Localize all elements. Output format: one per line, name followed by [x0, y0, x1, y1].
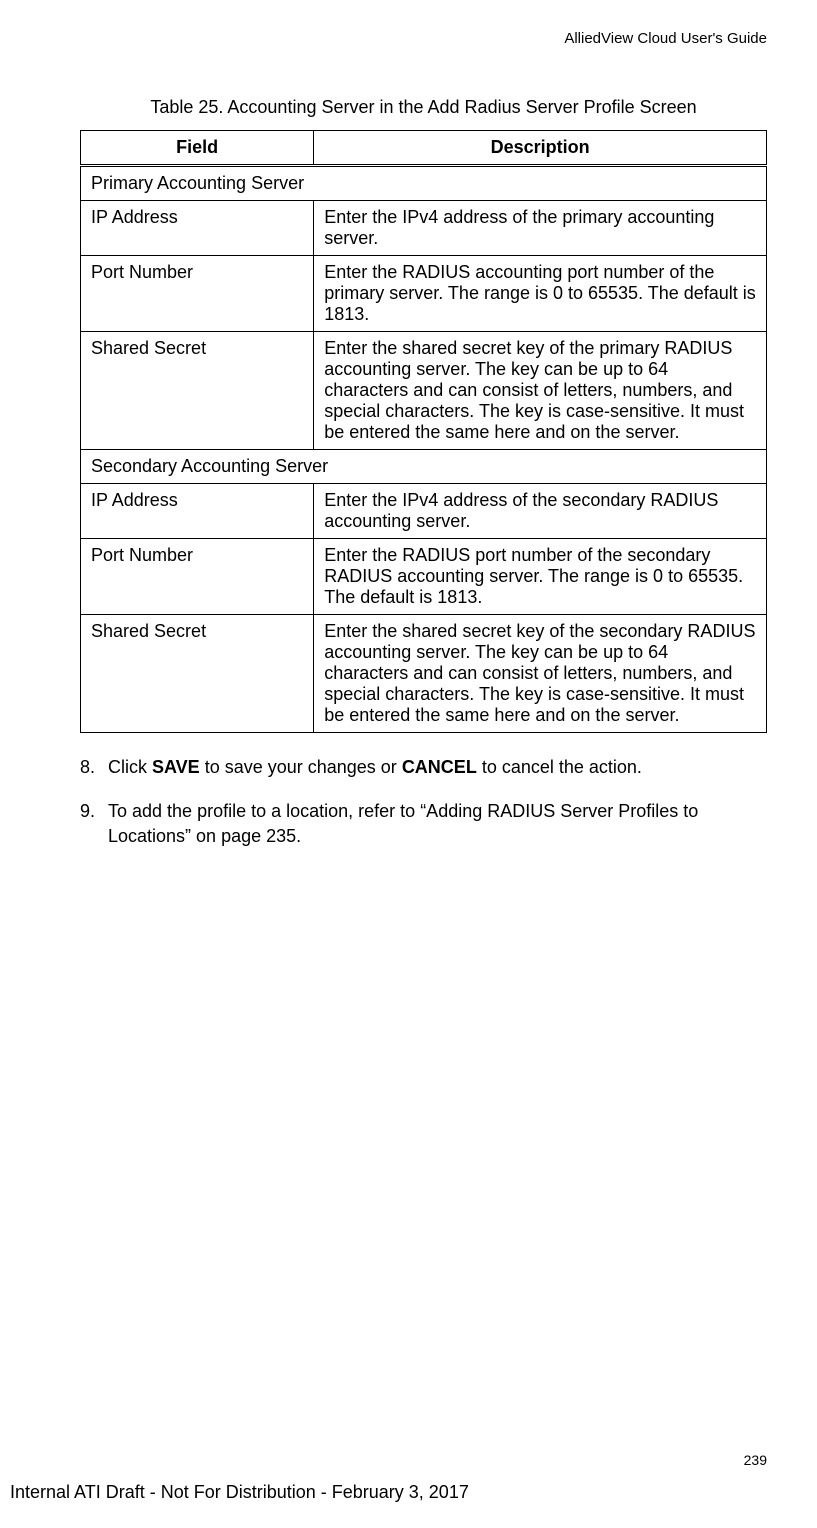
table-header-description: Description: [314, 131, 767, 166]
table-section-label: Secondary Accounting Server: [81, 450, 767, 484]
table-row: Shared Secret Enter the shared secret ke…: [81, 615, 767, 733]
save-label: SAVE: [152, 757, 200, 777]
step-9: 9. To add the profile to a location, ref…: [80, 799, 767, 848]
step-text-part: to cancel the action.: [477, 757, 642, 777]
table-row: Shared Secret Enter the shared secret ke…: [81, 332, 767, 450]
table-cell-field: Shared Secret: [81, 615, 314, 733]
table-cell-description: Enter the RADIUS accounting port number …: [314, 256, 767, 332]
table-cell-description: Enter the shared secret key of the secon…: [314, 615, 767, 733]
table-cell-description: Enter the IPv4 address of the secondary …: [314, 484, 767, 539]
table-section-row: Secondary Accounting Server: [81, 450, 767, 484]
table-section-label: Primary Accounting Server: [81, 166, 767, 201]
draft-notice: Internal ATI Draft - Not For Distributio…: [10, 1482, 469, 1503]
table-cell-field: IP Address: [81, 484, 314, 539]
table-row: IP Address Enter the IPv4 address of the…: [81, 201, 767, 256]
table-cell-field: Port Number: [81, 539, 314, 615]
step-text: Click SAVE to save your changes or CANCE…: [108, 755, 767, 779]
step-8: 8. Click SAVE to save your changes or CA…: [80, 755, 767, 779]
table-header-field: Field: [81, 131, 314, 166]
step-text-part: to save your changes or: [200, 757, 402, 777]
step-number: 9.: [80, 799, 108, 848]
accounting-server-table: Field Description Primary Accounting Ser…: [80, 130, 767, 733]
table-section-row: Primary Accounting Server: [81, 166, 767, 201]
step-text-part: Click: [108, 757, 152, 777]
step-number: 8.: [80, 755, 108, 779]
cancel-label: CANCEL: [402, 757, 477, 777]
page-number: 239: [744, 1452, 767, 1468]
table-caption: Table 25. Accounting Server in the Add R…: [80, 97, 767, 118]
table-row: Port Number Enter the RADIUS accounting …: [81, 256, 767, 332]
table-cell-field: Shared Secret: [81, 332, 314, 450]
table-row: Port Number Enter the RADIUS port number…: [81, 539, 767, 615]
step-text: To add the profile to a location, refer …: [108, 799, 767, 848]
table-cell-field: IP Address: [81, 201, 314, 256]
guide-title: AlliedView Cloud User's Guide: [80, 30, 767, 47]
table-row: IP Address Enter the IPv4 address of the…: [81, 484, 767, 539]
table-cell-field: Port Number: [81, 256, 314, 332]
table-cell-description: Enter the IPv4 address of the primary ac…: [314, 201, 767, 256]
table-cell-description: Enter the RADIUS port number of the seco…: [314, 539, 767, 615]
table-cell-description: Enter the shared secret key of the prima…: [314, 332, 767, 450]
